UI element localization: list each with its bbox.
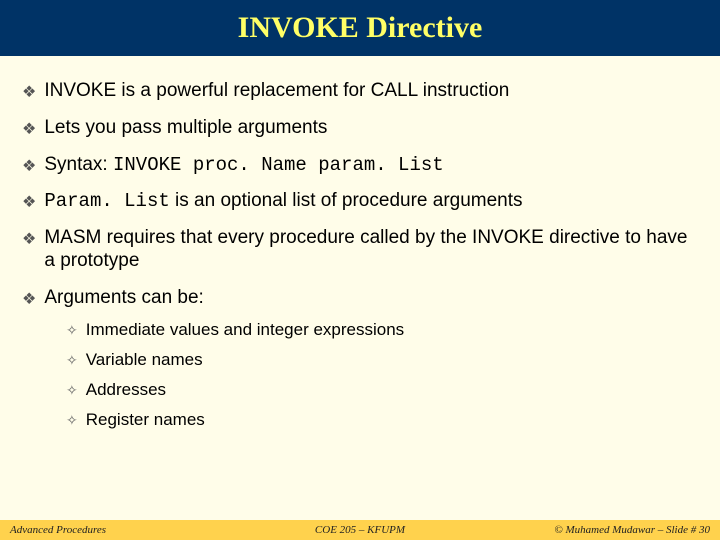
diamond-sub-icon: ✧	[66, 412, 78, 429]
bullet-text: MASM requires that every procedure calle…	[44, 227, 698, 273]
sub-list: ✧ Immediate values and integer expressio…	[66, 320, 698, 430]
footer-center: COE 205 – KFUPM	[243, 524, 476, 536]
diamond-sub-icon: ✧	[66, 352, 78, 369]
paramlist-suffix: is an optional list of procedure argumen…	[170, 190, 523, 211]
sub-item: ✧ Addresses	[66, 380, 698, 400]
sub-text: Immediate values and integer expressions	[86, 320, 404, 340]
diamond-sub-icon: ✧	[66, 322, 78, 339]
syntax-code: INVOKE proc. Name param. List	[113, 154, 444, 176]
diamond-sub-icon: ✧	[66, 382, 78, 399]
bullet-text: Syntax: INVOKE proc. Name param. List	[44, 154, 698, 177]
footer: Advanced Procedures COE 205 – KFUPM © Mu…	[0, 520, 720, 540]
title-banner: INVOKE Directive	[0, 0, 720, 56]
bullet-text: INVOKE is a powerful replacement for CAL…	[44, 80, 698, 103]
footer-right: © Muhamed Mudawar – Slide # 30	[477, 524, 710, 536]
sub-item: ✧ Immediate values and integer expressio…	[66, 320, 698, 340]
sub-text: Addresses	[86, 380, 166, 400]
diamond-bullet-icon: ❖	[22, 290, 36, 309]
bullet-item: ❖ Param. List is an optional list of pro…	[22, 190, 698, 213]
bullet-text: Arguments can be:	[44, 287, 698, 310]
bullet-item: ❖ Arguments can be:	[22, 287, 698, 310]
content-area: ❖ INVOKE is a powerful replacement for C…	[0, 56, 720, 430]
diamond-bullet-icon: ❖	[22, 120, 36, 139]
bullet-item: ❖ Lets you pass multiple arguments	[22, 117, 698, 140]
bullet-item: ❖ INVOKE is a powerful replacement for C…	[22, 80, 698, 103]
bullet-text: Param. List is an optional list of proce…	[44, 190, 698, 213]
syntax-prefix: Syntax:	[44, 154, 113, 175]
bullet-item: ❖ MASM requires that every procedure cal…	[22, 227, 698, 273]
sub-item: ✧ Register names	[66, 410, 698, 430]
slide-title: INVOKE Directive	[238, 11, 483, 45]
sub-item: ✧ Variable names	[66, 350, 698, 370]
paramlist-code: Param. List	[44, 190, 169, 212]
diamond-bullet-icon: ❖	[22, 83, 36, 102]
footer-left: Advanced Procedures	[10, 524, 243, 536]
diamond-bullet-icon: ❖	[22, 230, 36, 249]
bullet-item: ❖ Syntax: INVOKE proc. Name param. List	[22, 154, 698, 177]
sub-text: Register names	[86, 410, 205, 430]
diamond-bullet-icon: ❖	[22, 157, 36, 176]
bullet-text: Lets you pass multiple arguments	[44, 117, 698, 140]
sub-text: Variable names	[86, 350, 203, 370]
diamond-bullet-icon: ❖	[22, 193, 36, 212]
